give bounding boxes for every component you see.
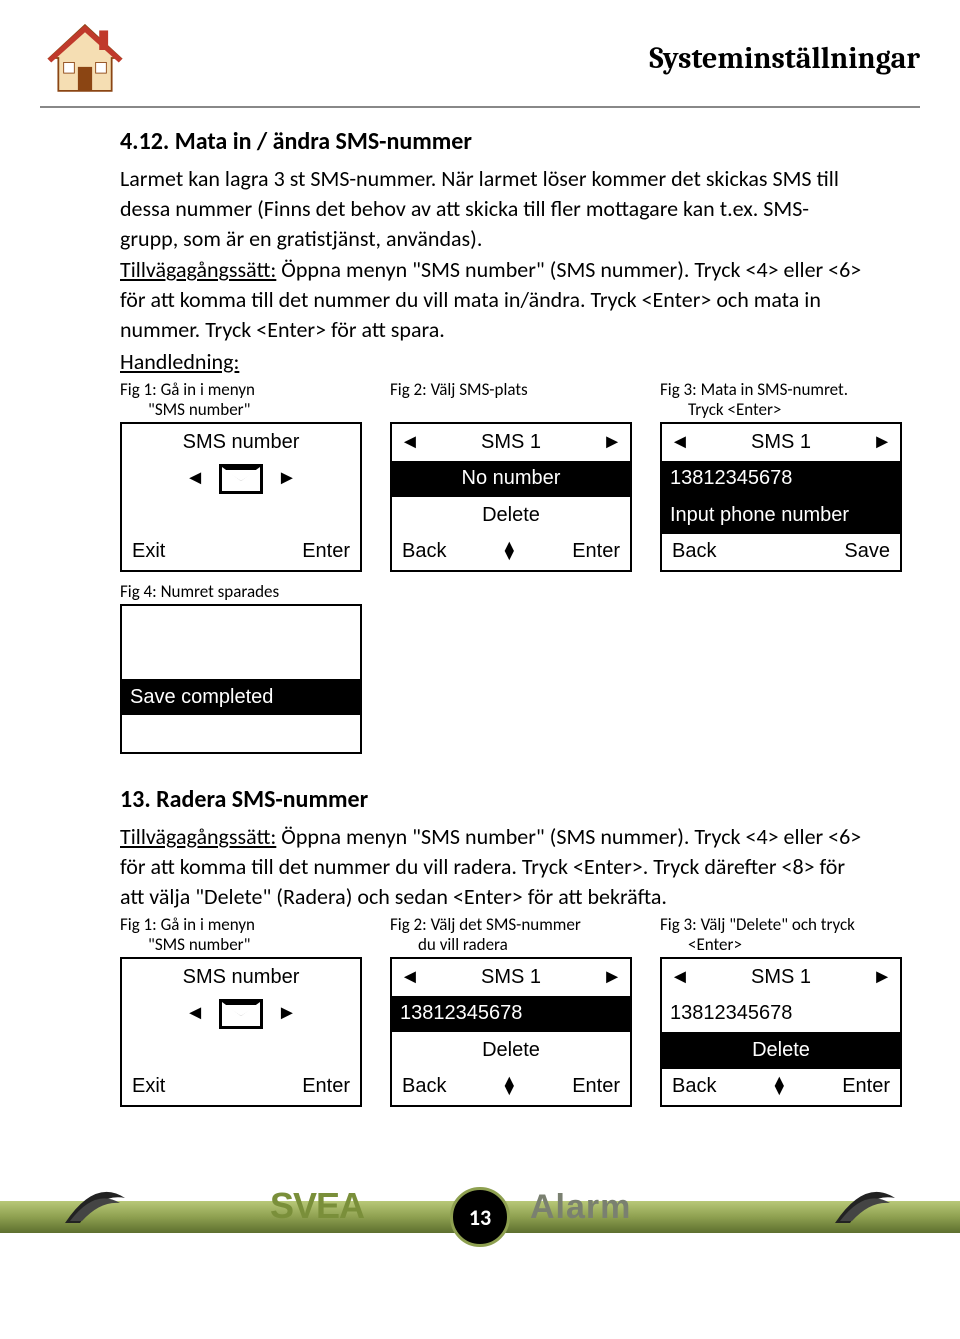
back-label: Back — [672, 1073, 716, 1100]
section-1-p1: Larmet kan lagra 3 st SMS-nummer. När la… — [120, 164, 865, 253]
updown-icon — [771, 1078, 787, 1096]
arrow-right-icon — [277, 465, 297, 492]
fig1-cap-line2: "SMS number" — [120, 400, 250, 420]
lcd-s2-fig2: SMS 1 13812345678 Delete Back Enter — [390, 957, 632, 1107]
fig-1: Fig 1: Gå in i menyn "SMS number" SMS nu… — [120, 380, 362, 572]
lcd-row-highlight: No number — [392, 461, 630, 498]
house-icon — [40, 18, 130, 98]
save-label: Save — [844, 538, 890, 565]
lcd-fig1: SMS number Exit Enter — [120, 422, 362, 572]
swoosh-left-icon — [60, 1173, 130, 1229]
section-2-title: 13. Radera SMS-nummer — [120, 784, 865, 816]
arrow-left-icon — [185, 465, 205, 492]
s2-fig-1: Fig 1: Gå in i menyn "SMS number" SMS nu… — [120, 915, 362, 1107]
s2-fig-2: Fig 2: Välj det SMS-nummer du vill rader… — [390, 915, 632, 1107]
arrow-left-icon — [670, 964, 690, 991]
arrow-left-icon — [400, 429, 420, 456]
back-label: Back — [402, 1073, 446, 1100]
s2-fig2-cap1: Fig 2: Välj det SMS-nummer — [390, 914, 581, 935]
brand-alarm: Alarm — [530, 1188, 631, 1227]
fig1-cap-line1: Fig 1: Gå in i menyn — [120, 379, 255, 400]
arrow-right-icon — [602, 429, 622, 456]
lcd-row-highlight: 13812345678 — [662, 461, 900, 498]
page-number: 13 — [450, 1187, 510, 1247]
swoosh-right-icon — [830, 1173, 900, 1229]
lcd-row — [122, 461, 360, 498]
lcd-row-bottom: Back Save — [662, 534, 900, 571]
brand-svea: SVEA — [270, 1185, 364, 1227]
arrow-right-icon — [602, 964, 622, 991]
fig2-cap: Fig 2: Välj SMS-plats — [390, 379, 528, 400]
enter-label: Enter — [302, 1073, 350, 1100]
s2-fig1-cap1: Fig 1: Gå in i menyn — [120, 914, 255, 935]
lcd-row: SMS 1 — [392, 424, 630, 461]
page-title: Systeminställningar — [649, 41, 920, 76]
updown-icon — [501, 543, 517, 561]
fig3-cap-line2: Tryck <Enter> — [660, 400, 781, 420]
lcd-row-bottom: Exit Enter — [122, 534, 360, 571]
s2-fig1-cap2: "SMS number" — [120, 935, 250, 955]
exit-label: Exit — [132, 1073, 165, 1100]
enter-label: Enter — [572, 1073, 620, 1100]
lcd-row: SMS number — [122, 424, 360, 461]
back-label: Back — [672, 538, 716, 565]
tv-label-2: Tillvägagångssätt: — [120, 823, 276, 850]
handledning: Handledning: — [120, 347, 865, 377]
page-footer: SVEA Alarm 13 — [0, 1147, 960, 1257]
lcd-fig4: Save completed — [120, 604, 362, 754]
section-2-tv: Tillvägagångssätt: Öppna menyn "SMS numb… — [120, 822, 865, 911]
arrow-left-icon — [670, 429, 690, 456]
lcd-row: SMS 1 — [662, 424, 900, 461]
lcd-row — [122, 497, 360, 534]
enter-label: Enter — [572, 538, 620, 565]
fig-3: Fig 3: Mata in SMS-numret. Tryck <Enter>… — [660, 380, 902, 572]
s2-fig3-cap2: <Enter> — [660, 935, 742, 955]
section-1-title: 4.12. Mata in / ändra SMS-nummer — [120, 126, 865, 158]
s2-fig-3: Fig 3: Välj "Delete" och tryck <Enter> S… — [660, 915, 902, 1107]
fig-2: Fig 2: Välj SMS-plats SMS 1 No number De… — [390, 380, 632, 572]
section-1-tv: Tillvägagångssätt: Öppna menyn "SMS numb… — [120, 255, 865, 344]
fig4-cap: Fig 4: Numret sparades — [120, 582, 362, 602]
lcd-fig2: SMS 1 No number Delete Back Enter — [390, 422, 632, 572]
lcd-row-bottom: Back Enter — [392, 534, 630, 571]
s2-fig3-cap1: Fig 3: Välj "Delete" och tryck — [660, 914, 855, 935]
lcd-s2-fig1: SMS number Exit Enter — [120, 957, 362, 1107]
arrow-left-icon — [185, 1000, 205, 1027]
s2-fig2-cap2: du vill radera — [390, 935, 508, 955]
lcd-row-highlight: Save completed — [122, 679, 360, 716]
enter-label: Enter — [302, 538, 350, 565]
fig3-cap-line1: Fig 3: Mata in SMS-numret. — [660, 379, 848, 400]
enter-label: Enter — [842, 1073, 890, 1100]
lcd-row-highlight: Input phone number — [662, 497, 900, 534]
lcd-s2-fig3: SMS 1 13812345678 Delete Back Enter — [660, 957, 902, 1107]
fig-4: Fig 4: Numret sparades Save completed — [120, 582, 362, 754]
arrow-left-icon — [400, 964, 420, 991]
updown-icon — [501, 1078, 517, 1096]
tv-label: Tillvägagångssätt: — [120, 256, 276, 283]
arrow-right-icon — [872, 429, 892, 456]
arrow-right-icon — [872, 964, 892, 991]
envelope-icon — [219, 999, 263, 1029]
envelope-icon — [219, 464, 263, 494]
lcd-row: Delete — [392, 497, 630, 534]
lcd-fig3: SMS 1 13812345678 Input phone number Bac… — [660, 422, 902, 572]
arrow-right-icon — [277, 1000, 297, 1027]
exit-label: Exit — [132, 538, 165, 565]
back-label: Back — [402, 538, 446, 565]
